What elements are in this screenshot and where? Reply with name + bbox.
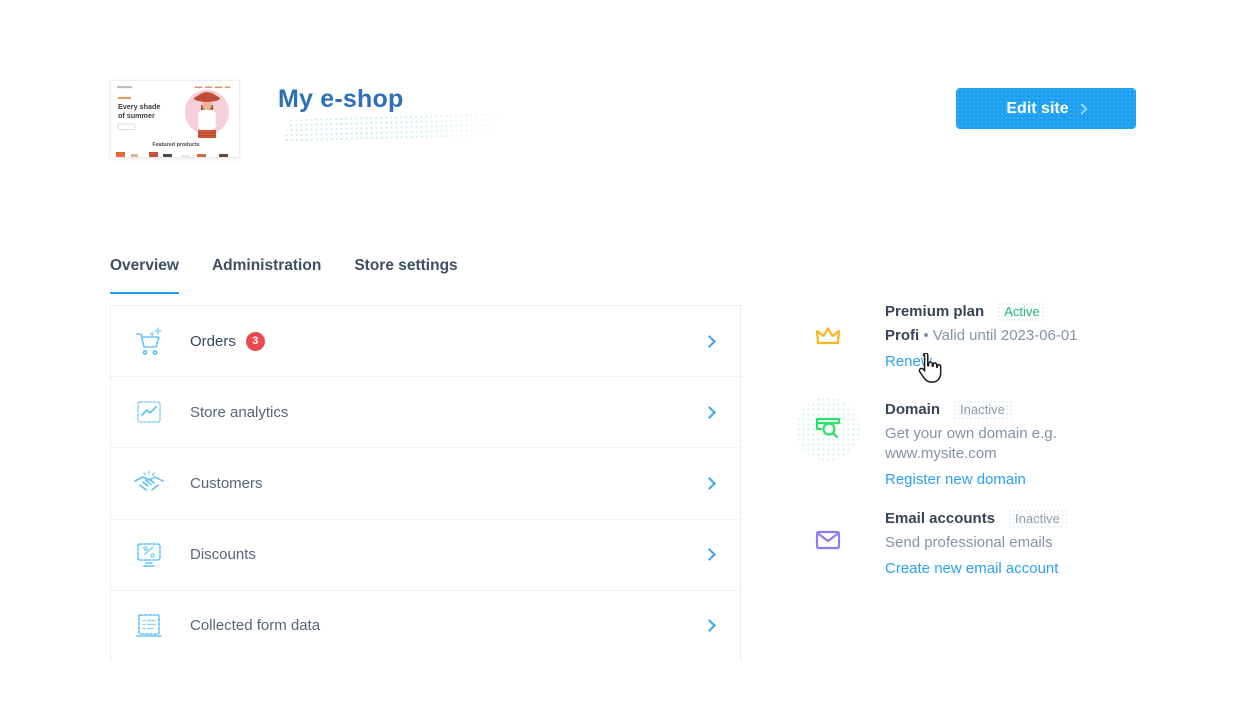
overview-menu-panel: Orders 3 Store analytics Customers Disco… <box>110 305 741 661</box>
chevron-right-icon <box>703 477 716 490</box>
thumb-hero-line2: of summer <box>118 111 155 120</box>
status-column: Premium plan Active Profi • Valid until … <box>796 302 1136 578</box>
tab-overview[interactable]: Overview <box>110 255 179 294</box>
email-envelope-icon <box>815 530 841 550</box>
tab-administration[interactable]: Administration <box>212 255 321 294</box>
domain-search-icon <box>815 417 841 439</box>
menu-row-discounts[interactable]: Discounts <box>111 520 740 591</box>
crown-icon <box>815 327 841 345</box>
menu-label-collected-form-data: Collected form data <box>190 617 321 635</box>
site-preview-art: Every shade of summer Featured products <box>111 81 239 157</box>
renew-link[interactable]: Renew <box>885 353 932 370</box>
tab-bar: Overview Administration Store settings <box>110 255 458 294</box>
cart-icon <box>136 327 162 356</box>
orders-count-badge: 3 <box>245 331 265 351</box>
edit-site-label: Edit site <box>1006 99 1069 117</box>
analytics-icon <box>137 401 161 424</box>
domain-description: Get your own domain e.g. www.mysite.com <box>885 425 1057 462</box>
title-dotted-decoration <box>284 112 503 144</box>
premium-plan-status-badge: Active <box>997 302 1047 321</box>
chevron-right-icon <box>703 405 716 419</box>
email-accounts-title: Email accounts <box>885 510 996 527</box>
edit-site-button[interactable]: Edit site <box>956 88 1136 129</box>
menu-label-store-analytics: Store analytics <box>190 403 289 421</box>
menu-label-orders: Orders <box>190 332 236 350</box>
email-status-badge: Inactive <box>1008 509 1067 528</box>
chevron-right-icon <box>703 548 716 562</box>
site-preview-thumbnail[interactable]: Every shade of summer Featured products <box>110 80 240 158</box>
email-description: Send professional emails <box>885 534 1053 551</box>
chevron-right-icon <box>703 334 716 348</box>
email-accounts-card: Email accounts Inactive Send professiona… <box>796 509 1136 578</box>
premium-plan-title: Premium plan <box>885 303 985 320</box>
premium-plan-card: Premium plan Active Profi • Valid until … <box>796 302 1136 371</box>
menu-row-orders[interactable]: Orders 3 <box>111 306 740 378</box>
domain-title: Domain <box>885 401 941 418</box>
plan-validity: • Valid until 2023-06-01 <box>919 327 1078 344</box>
page-title: My e-shop <box>278 85 404 113</box>
tab-store-settings[interactable]: Store settings <box>354 255 457 294</box>
menu-label-discounts: Discounts <box>190 546 256 564</box>
chevron-right-icon <box>1075 103 1088 115</box>
create-email-link[interactable]: Create new email account <box>885 560 1058 577</box>
plan-name: Profi <box>885 327 920 344</box>
thumb-featured-label: Featured products <box>152 142 199 148</box>
menu-row-customers[interactable]: Customers <box>111 448 740 520</box>
domain-status-badge: Inactive <box>953 400 1012 419</box>
domain-icon-background <box>796 397 860 461</box>
handshake-icon <box>134 470 164 491</box>
chevron-right-icon <box>703 619 716 633</box>
discount-monitor-icon <box>137 542 161 567</box>
menu-row-collected-form-data[interactable]: Collected form data <box>111 591 740 661</box>
domain-card: Domain Inactive Get your own domain e.g.… <box>796 397 1136 489</box>
thumb-hero-line1: Every shade <box>118 102 160 111</box>
form-data-laptop-icon <box>136 614 162 637</box>
menu-label-customers: Customers <box>190 475 263 492</box>
menu-row-store-analytics[interactable]: Store analytics <box>111 377 740 449</box>
register-domain-link[interactable]: Register new domain <box>885 471 1026 488</box>
